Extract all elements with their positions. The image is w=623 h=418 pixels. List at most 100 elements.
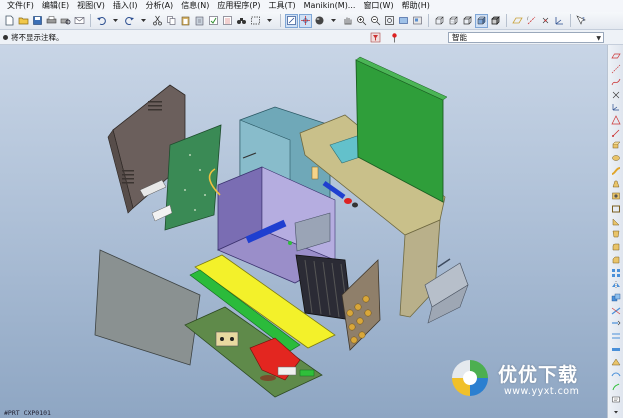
menu-help[interactable]: 帮助(H) (398, 0, 434, 12)
select-box-button[interactable] (249, 14, 262, 28)
menu-applications[interactable]: 应用程序(P) (213, 0, 264, 12)
shading-button[interactable] (475, 13, 488, 28)
model-coordinate-readout: #PRT CXP0101 (4, 409, 51, 417)
pattern-tool[interactable] (610, 267, 622, 278)
zoom-out-button[interactable] (369, 14, 382, 28)
analysis-tool[interactable] (610, 115, 622, 126)
cut-button[interactable] (151, 14, 164, 28)
pan-button[interactable] (341, 14, 354, 28)
select-box-icon (251, 16, 260, 25)
annotation-tool[interactable] (610, 394, 622, 405)
datum-axes-toggle[interactable]: / (525, 14, 538, 28)
view-manager-button[interactable] (411, 14, 424, 28)
datum-point-tool[interactable] (610, 89, 622, 100)
style-tool[interactable] (610, 382, 622, 393)
wireframe-button[interactable] (433, 14, 446, 28)
watermark: 优优下载 www.yyxt.com (448, 356, 608, 406)
scissors-icon (153, 15, 162, 26)
save-button[interactable] (31, 14, 44, 28)
menu-window[interactable]: 窗口(W) (359, 0, 397, 12)
datum-curve-tool[interactable] (610, 76, 622, 87)
repaint-button[interactable] (397, 14, 410, 28)
regenerate-button[interactable] (207, 14, 220, 28)
menu-analysis[interactable]: 分析(A) (141, 0, 177, 12)
select-dropdown[interactable] (263, 14, 276, 28)
sketch-tool[interactable] (610, 127, 622, 138)
print-preview-button[interactable] (59, 14, 72, 28)
menu-manikin[interactable]: Manikin(M)... (300, 0, 360, 12)
sweep-tool[interactable] (610, 165, 622, 176)
spin-center-button[interactable] (299, 13, 312, 28)
orient-dropdown[interactable] (327, 14, 340, 28)
redo-button[interactable] (123, 14, 136, 28)
regen-manager-button[interactable] (221, 14, 234, 28)
hole-tool[interactable] (610, 191, 622, 202)
copy-button[interactable] (165, 14, 178, 28)
coord-system-tool[interactable] (610, 102, 622, 113)
redo-dropdown[interactable] (137, 14, 150, 28)
redraw-button[interactable] (285, 13, 298, 28)
revolve-tool[interactable] (610, 153, 622, 164)
filter-icon[interactable] (370, 32, 381, 43)
datum-planes-toggle[interactable] (511, 14, 524, 28)
datum-plane-icon (512, 17, 523, 24)
pin-icon[interactable] (389, 32, 400, 43)
toolbar-separator (280, 14, 281, 27)
selection-filter-select[interactable]: 智能 ▼ (448, 32, 604, 43)
extend-tool[interactable] (610, 318, 622, 329)
trim-tool[interactable] (610, 305, 622, 316)
save-icon (33, 16, 42, 25)
print-button[interactable] (45, 14, 58, 28)
blend-tool[interactable] (610, 178, 622, 189)
rib-tool[interactable] (610, 216, 622, 227)
no-hidden-button[interactable] (461, 14, 474, 28)
message-bullet-icon (3, 35, 8, 40)
extrude-tool[interactable] (610, 140, 622, 151)
coord-systems-toggle[interactable] (553, 14, 566, 28)
open-file-button[interactable] (17, 14, 30, 28)
shading-edges-button[interactable] (489, 14, 502, 28)
menu-info[interactable]: 信息(N) (177, 0, 213, 12)
shell-tool[interactable] (610, 204, 622, 215)
status-message: 将不显示注释。 (11, 33, 64, 42)
offset-tool[interactable] (610, 331, 622, 342)
selection-filter-value: 智能 (452, 33, 467, 42)
more-tools[interactable] (610, 407, 622, 418)
paste-special-button[interactable] (193, 14, 206, 28)
email-button[interactable] (73, 14, 86, 28)
datum-plane-tool[interactable] (610, 51, 622, 62)
context-help-button[interactable]: ? (575, 14, 588, 28)
undo-dropdown[interactable] (109, 14, 122, 28)
find-button[interactable] (235, 14, 248, 28)
round-tool[interactable] (610, 242, 622, 253)
new-file-button[interactable] (3, 14, 16, 28)
mirror-tool[interactable] (610, 280, 622, 291)
menu-insert[interactable]: 插入(I) (109, 0, 142, 12)
toolbar-separator (428, 14, 429, 27)
envelope-icon (74, 17, 85, 24)
datum-axis-tool[interactable] (610, 64, 622, 75)
menu-view[interactable]: 视图(V) (73, 0, 109, 12)
datum-points-toggle[interactable] (539, 14, 552, 28)
zoom-in-button[interactable] (355, 14, 368, 28)
hidden-line-button[interactable] (447, 14, 460, 28)
menu-file[interactable]: 文件(F) (3, 0, 38, 12)
chamfer-tool[interactable] (610, 255, 622, 266)
draft-tool[interactable] (610, 229, 622, 240)
merge-icon (611, 293, 620, 302)
merge-tool[interactable] (610, 293, 622, 304)
blend-icon (612, 180, 619, 187)
menu-tools[interactable]: 工具(T) (265, 0, 300, 12)
menu-edit[interactable]: 编辑(E) (38, 0, 73, 12)
warp-tool[interactable] (610, 369, 622, 380)
datum-point-icon (542, 17, 549, 24)
thicken-tool[interactable] (610, 344, 622, 355)
refit-button[interactable] (383, 14, 396, 28)
undo-button[interactable] (95, 14, 108, 28)
datum-axis-icon (611, 64, 620, 74)
paste-button[interactable] (179, 14, 192, 28)
shell-icon (611, 205, 620, 213)
solidify-tool[interactable] (610, 356, 622, 367)
orient-mode-button[interactable] (313, 14, 326, 28)
right-feature-toolbar (607, 45, 623, 418)
